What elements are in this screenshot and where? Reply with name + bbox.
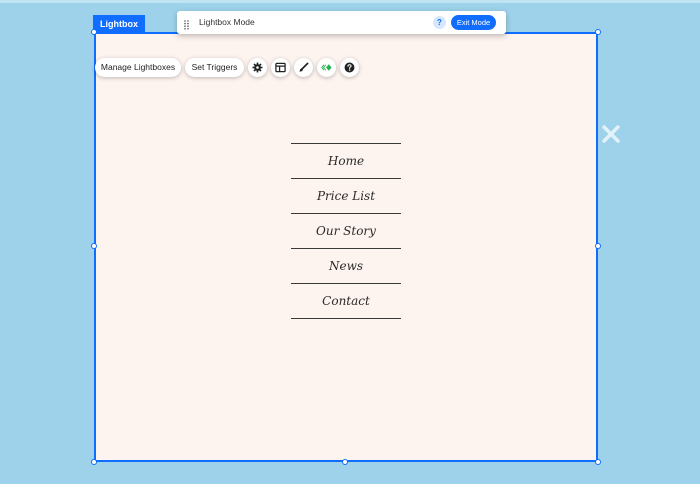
gear-icon — [252, 62, 263, 73]
settings-button[interactable] — [248, 58, 267, 77]
resize-handle-bottom-center[interactable] — [342, 459, 348, 465]
lightbox-menu: Home Price List Our Story News Contact — [291, 143, 401, 319]
design-brush-icon — [299, 62, 309, 72]
close-icon[interactable] — [601, 124, 621, 144]
menu-item-home[interactable]: Home — [291, 144, 401, 179]
resize-handle-middle-left[interactable] — [91, 243, 97, 249]
mode-title: Lightbox Mode — [199, 17, 255, 27]
lightbox-tag[interactable]: Lightbox — [93, 15, 145, 33]
resize-handle-top-left[interactable] — [91, 29, 97, 35]
animation-button[interactable] — [317, 58, 336, 77]
resize-handle-middle-right[interactable] — [595, 243, 601, 249]
help-icon — [344, 62, 355, 73]
resize-handle-top-right[interactable] — [595, 29, 601, 35]
mode-help-icon[interactable]: ? — [433, 16, 446, 29]
animation-icon — [321, 64, 332, 71]
resize-handle-bottom-right[interactable] — [595, 459, 601, 465]
layout-icon — [275, 62, 286, 73]
menu-item-contact[interactable]: Contact — [291, 284, 401, 319]
menu-item-news[interactable]: News — [291, 249, 401, 284]
manage-lightboxes-button[interactable]: Manage Lightboxes — [95, 58, 181, 77]
top-strip — [0, 0, 700, 3]
design-button[interactable] — [294, 58, 313, 77]
lightbox-mode-bar: Lightbox Mode ? Exit Mode — [177, 11, 506, 34]
exit-mode-button[interactable]: Exit Mode — [451, 15, 496, 30]
menu-item-our-story[interactable]: Our Story — [291, 214, 401, 249]
menu-item-price-list[interactable]: Price List — [291, 179, 401, 214]
layout-button[interactable] — [271, 58, 290, 77]
help-button[interactable] — [340, 58, 359, 77]
drag-grip-icon[interactable] — [184, 17, 189, 30]
resize-handle-bottom-left[interactable] — [91, 459, 97, 465]
set-triggers-button[interactable]: Set Triggers — [185, 58, 244, 77]
